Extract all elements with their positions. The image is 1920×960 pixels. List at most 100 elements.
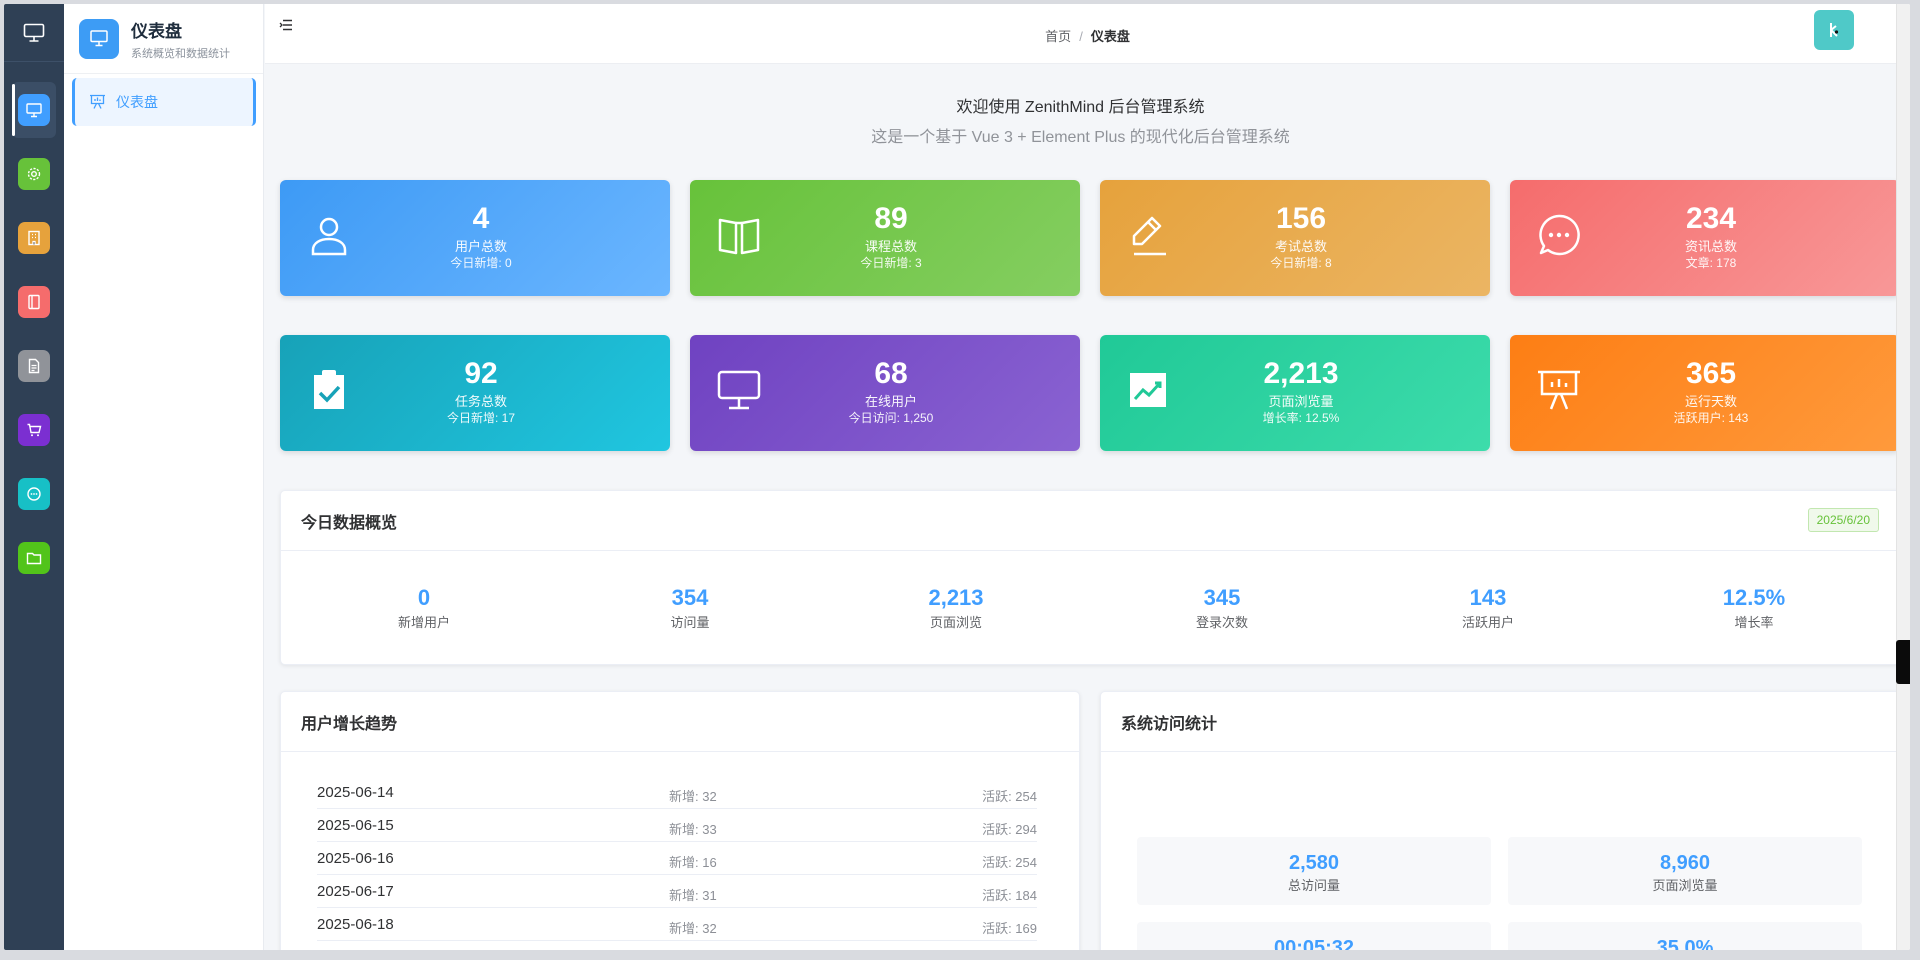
- welcome-title: 欢迎使用 ZenithMind 后台管理系统: [956, 99, 1205, 116]
- trend-active: 活跃: 184: [982, 888, 1037, 903]
- visit-value: 8,960: [1659, 852, 1711, 874]
- stat-card-sub: 今日访问: 1,250: [848, 411, 934, 425]
- clipboard-check-icon: [314, 370, 344, 409]
- trend-row: 2025-06-16 新增: 16 活跃: 254: [317, 842, 1037, 875]
- rail-item-files[interactable]: [18, 542, 50, 574]
- trend-date: 2025-06-14: [317, 784, 394, 801]
- page-scrollbar[interactable]: [1896, 4, 1910, 950]
- chat-bubble-icon: [1539, 214, 1580, 256]
- user-growth-panel: 用户增长趋势 2025-06-14 新增: 32 活跃: 254 2025-06…: [280, 691, 1080, 950]
- breadcrumb-current: 仪表盘: [1090, 29, 1130, 44]
- rail-item-notebook[interactable]: [18, 286, 50, 318]
- trend-new: 新增: 16: [669, 855, 717, 870]
- today-overview-panel: 今日数据概览 2025/6/20 0 新增用户 354 访问量 2,213 页面…: [280, 490, 1900, 665]
- avatar[interactable]: [1814, 10, 1854, 50]
- rail-item-organization[interactable]: [18, 222, 50, 254]
- stat-card-value: 2,213: [1263, 357, 1339, 390]
- trend-row: 2025-06-17 新增: 31 活跃: 184: [317, 875, 1037, 908]
- stat-value: 12.5%: [1722, 585, 1786, 610]
- welcome-banner: 欢迎使用 ZenithMind 后台管理系统 这是一个基于 Vue 3 + El…: [265, 93, 1896, 147]
- trend-new: 新增: 32: [669, 921, 717, 936]
- stat-card-label: 运行天数: [1684, 394, 1737, 409]
- stat-card-value: 68: [874, 357, 908, 390]
- monitor-icon: [23, 23, 45, 42]
- notebook-icon: [28, 294, 40, 310]
- top-header: 首页 / 仪表盘: [265, 4, 1910, 64]
- stat-card-value: 234: [1685, 202, 1737, 235]
- stat-card-uptime[interactable]: 365 运行天数 活跃用户: 143: [1510, 335, 1900, 451]
- stat-label: 登录次数: [1195, 615, 1248, 630]
- rail-item-settings[interactable]: [18, 158, 50, 190]
- stat-label: 页面浏览: [929, 615, 982, 630]
- trend-row: 2025-06-18 新增: 32 活跃: 169: [317, 908, 1037, 941]
- chat-icon: [27, 487, 41, 501]
- rail-item-messages[interactable]: [18, 478, 50, 510]
- stat-value: 354: [671, 585, 709, 610]
- subnav-item-dashboard[interactable]: 仪表盘: [72, 78, 256, 126]
- stat-card-sub: 文章: 178: [1685, 256, 1737, 270]
- brand-title: 仪表盘: [131, 21, 182, 41]
- trend-new: 新增: 33: [669, 822, 717, 837]
- stat-value: 0: [417, 585, 431, 610]
- monitor-icon: [26, 102, 42, 117]
- visit-label: 总访问量: [1287, 878, 1340, 893]
- user-icon: [311, 217, 347, 256]
- stat-label: 新增用户: [397, 615, 450, 630]
- visit-box-rate: 35.0%: [1508, 922, 1862, 950]
- stat-card-sub: 今日新增: 3: [860, 256, 922, 270]
- trend-active: 活跃: 254: [982, 789, 1037, 804]
- stat-card-online[interactable]: 68 在线用户 今日访问: 1,250: [690, 335, 1080, 451]
- stat-card-sub: 增长率: 12.5%: [1262, 411, 1340, 425]
- stat-value: 2,213: [928, 585, 984, 610]
- rail-active-indicator: [12, 84, 15, 136]
- presentation-icon: [90, 94, 105, 109]
- breadcrumb-home[interactable]: 首页: [1045, 29, 1071, 44]
- presentation-icon: [1538, 370, 1580, 410]
- stat-card-value: 365: [1685, 357, 1737, 390]
- stat-card-tasks[interactable]: 92 任务总数 今日新增: 17: [280, 335, 670, 451]
- stat-card-value: 156: [1275, 202, 1327, 235]
- stat-card-label: 资讯总数: [1684, 239, 1737, 254]
- sub-sidebar: 仪表盘 系统概览和数据统计 仪表盘: [64, 4, 264, 950]
- monitor-icon: [90, 30, 108, 47]
- stat-value: 345: [1203, 585, 1241, 610]
- icon-rail: [4, 4, 64, 950]
- app-window: 仪表盘 系统概览和数据统计 仪表盘 首页 / 仪表盘 欢迎使用 ZenithMind…: [4, 4, 1910, 950]
- pen-icon: [1132, 216, 1166, 256]
- visit-label: 页面浏览量: [1652, 878, 1718, 893]
- stat-card-exams[interactable]: 156 考试总数 今日新增: 8: [1100, 180, 1490, 296]
- book-icon: [718, 218, 760, 255]
- stat-card-users[interactable]: 4 用户总数 今日新增: 0: [280, 180, 670, 296]
- trend-row: 2025-06-14 新增: 32 活跃: 254: [317, 776, 1037, 809]
- stat-card-sub: 今日新增: 0: [450, 256, 512, 270]
- document-icon: [28, 358, 40, 374]
- visit-box-duration: 00:05:32: [1137, 922, 1491, 950]
- trend-date: 2025-06-16: [317, 850, 394, 867]
- stat-card-sub: 今日新增: 17: [446, 411, 516, 425]
- today-stat-pageviews: 2,213 页面浏览: [846, 585, 1066, 631]
- stat-card-sub: 活跃用户: 143: [1673, 411, 1749, 425]
- trend-active: 活跃: 169: [982, 921, 1037, 936]
- subnav-item-label: 仪表盘: [116, 94, 158, 110]
- monitor-icon: [717, 370, 761, 410]
- stat-card-label: 用户总数: [454, 239, 507, 254]
- stat-card-courses[interactable]: 89 课程总数 今日新增: 3: [690, 180, 1080, 296]
- gear-icon: [27, 167, 41, 181]
- edge-tab[interactable]: [1896, 640, 1910, 684]
- brand-subtitle: 系统概览和数据统计: [131, 47, 230, 60]
- visit-box-total: 2,580 总访问量: [1137, 837, 1491, 905]
- stat-value: 143: [1469, 585, 1507, 610]
- today-stat-logins: 345 登录次数: [1112, 585, 1332, 631]
- today-stat-visits: 354 访问量: [580, 585, 800, 631]
- stat-card-sub: 今日新增: 8: [1270, 256, 1332, 270]
- trend-date: 2025-06-15: [317, 817, 394, 834]
- stat-card-news[interactable]: 234 资讯总数 文章: 178: [1510, 180, 1900, 296]
- rail-item-dashboard[interactable]: [18, 94, 50, 126]
- rail-item-shop[interactable]: [18, 414, 50, 446]
- visit-value: 35.0%: [1656, 937, 1714, 950]
- stat-card-pageviews[interactable]: 2,213 页面浏览量 增长率: 12.5%: [1100, 335, 1490, 451]
- stat-card-label: 任务总数: [454, 394, 507, 409]
- rail-item-documents[interactable]: [18, 350, 50, 382]
- rail-logo[interactable]: [4, 4, 64, 62]
- visit-value: 2,580: [1288, 852, 1340, 874]
